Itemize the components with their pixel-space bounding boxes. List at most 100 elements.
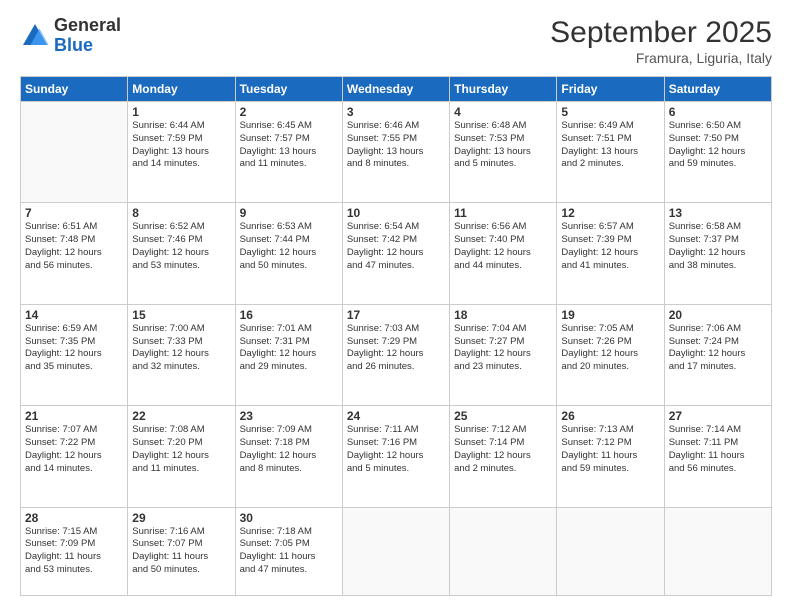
- calendar-cell: 28Sunrise: 7:15 AMSunset: 7:09 PMDayligh…: [21, 507, 128, 595]
- day-number: 15: [132, 308, 230, 322]
- day-number: 29: [132, 511, 230, 525]
- day-info: Sunrise: 6:50 AMSunset: 7:50 PMDaylight:…: [669, 120, 767, 171]
- calendar-cell: 7Sunrise: 6:51 AMSunset: 7:48 PMDaylight…: [21, 203, 128, 304]
- day-info: Sunrise: 7:04 AMSunset: 7:27 PMDaylight:…: [454, 323, 552, 374]
- calendar-cell: 1Sunrise: 6:44 AMSunset: 7:59 PMDaylight…: [128, 102, 235, 203]
- calendar-cell: 26Sunrise: 7:13 AMSunset: 7:12 PMDayligh…: [557, 406, 664, 507]
- calendar-cell: 11Sunrise: 6:56 AMSunset: 7:40 PMDayligh…: [450, 203, 557, 304]
- weekday-header-tuesday: Tuesday: [235, 77, 342, 102]
- day-info: Sunrise: 6:44 AMSunset: 7:59 PMDaylight:…: [132, 120, 230, 171]
- day-number: 30: [240, 511, 338, 525]
- calendar-cell: 18Sunrise: 7:04 AMSunset: 7:27 PMDayligh…: [450, 304, 557, 405]
- calendar-body: 1Sunrise: 6:44 AMSunset: 7:59 PMDaylight…: [21, 102, 772, 596]
- day-number: 11: [454, 206, 552, 220]
- day-number: 28: [25, 511, 123, 525]
- day-number: 8: [132, 206, 230, 220]
- calendar-cell: 15Sunrise: 7:00 AMSunset: 7:33 PMDayligh…: [128, 304, 235, 405]
- day-number: 26: [561, 409, 659, 423]
- day-info: Sunrise: 7:07 AMSunset: 7:22 PMDaylight:…: [25, 424, 123, 475]
- title-block: September 2025 Framura, Liguria, Italy: [550, 16, 772, 66]
- calendar-table: SundayMondayTuesdayWednesdayThursdayFrid…: [20, 76, 772, 596]
- calendar-cell: 21Sunrise: 7:07 AMSunset: 7:22 PMDayligh…: [21, 406, 128, 507]
- calendar-cell: [664, 507, 771, 595]
- day-info: Sunrise: 6:48 AMSunset: 7:53 PMDaylight:…: [454, 120, 552, 171]
- day-number: 18: [454, 308, 552, 322]
- day-info: Sunrise: 7:12 AMSunset: 7:14 PMDaylight:…: [454, 424, 552, 475]
- week-row-4: 21Sunrise: 7:07 AMSunset: 7:22 PMDayligh…: [21, 406, 772, 507]
- calendar-cell: 4Sunrise: 6:48 AMSunset: 7:53 PMDaylight…: [450, 102, 557, 203]
- day-number: 9: [240, 206, 338, 220]
- calendar-cell: 3Sunrise: 6:46 AMSunset: 7:55 PMDaylight…: [342, 102, 449, 203]
- day-info: Sunrise: 7:05 AMSunset: 7:26 PMDaylight:…: [561, 323, 659, 374]
- day-number: 24: [347, 409, 445, 423]
- weekday-header-thursday: Thursday: [450, 77, 557, 102]
- weekday-header-row: SundayMondayTuesdayWednesdayThursdayFrid…: [21, 77, 772, 102]
- weekday-header-sunday: Sunday: [21, 77, 128, 102]
- day-info: Sunrise: 6:54 AMSunset: 7:42 PMDaylight:…: [347, 221, 445, 272]
- day-info: Sunrise: 7:13 AMSunset: 7:12 PMDaylight:…: [561, 424, 659, 475]
- day-number: 5: [561, 105, 659, 119]
- day-number: 2: [240, 105, 338, 119]
- day-info: Sunrise: 6:57 AMSunset: 7:39 PMDaylight:…: [561, 221, 659, 272]
- day-info: Sunrise: 7:16 AMSunset: 7:07 PMDaylight:…: [132, 526, 230, 577]
- day-number: 20: [669, 308, 767, 322]
- weekday-header-wednesday: Wednesday: [342, 77, 449, 102]
- day-number: 21: [25, 409, 123, 423]
- day-info: Sunrise: 6:49 AMSunset: 7:51 PMDaylight:…: [561, 120, 659, 171]
- day-info: Sunrise: 6:51 AMSunset: 7:48 PMDaylight:…: [25, 221, 123, 272]
- calendar-cell: 8Sunrise: 6:52 AMSunset: 7:46 PMDaylight…: [128, 203, 235, 304]
- calendar-cell: 12Sunrise: 6:57 AMSunset: 7:39 PMDayligh…: [557, 203, 664, 304]
- day-number: 23: [240, 409, 338, 423]
- day-number: 12: [561, 206, 659, 220]
- week-row-3: 14Sunrise: 6:59 AMSunset: 7:35 PMDayligh…: [21, 304, 772, 405]
- logo-general: General: [54, 15, 121, 35]
- week-row-2: 7Sunrise: 6:51 AMSunset: 7:48 PMDaylight…: [21, 203, 772, 304]
- calendar-cell: 2Sunrise: 6:45 AMSunset: 7:57 PMDaylight…: [235, 102, 342, 203]
- calendar-cell: 23Sunrise: 7:09 AMSunset: 7:18 PMDayligh…: [235, 406, 342, 507]
- weekday-header-saturday: Saturday: [664, 77, 771, 102]
- calendar-cell: 29Sunrise: 7:16 AMSunset: 7:07 PMDayligh…: [128, 507, 235, 595]
- day-info: Sunrise: 7:08 AMSunset: 7:20 PMDaylight:…: [132, 424, 230, 475]
- calendar-cell: 22Sunrise: 7:08 AMSunset: 7:20 PMDayligh…: [128, 406, 235, 507]
- calendar-cell: 13Sunrise: 6:58 AMSunset: 7:37 PMDayligh…: [664, 203, 771, 304]
- calendar-cell: 10Sunrise: 6:54 AMSunset: 7:42 PMDayligh…: [342, 203, 449, 304]
- calendar-cell: 5Sunrise: 6:49 AMSunset: 7:51 PMDaylight…: [557, 102, 664, 203]
- day-info: Sunrise: 7:18 AMSunset: 7:05 PMDaylight:…: [240, 526, 338, 577]
- logo-blue: Blue: [54, 35, 93, 55]
- location-subtitle: Framura, Liguria, Italy: [550, 50, 772, 66]
- day-number: 13: [669, 206, 767, 220]
- day-info: Sunrise: 7:14 AMSunset: 7:11 PMDaylight:…: [669, 424, 767, 475]
- calendar-cell: 16Sunrise: 7:01 AMSunset: 7:31 PMDayligh…: [235, 304, 342, 405]
- calendar-cell: 9Sunrise: 6:53 AMSunset: 7:44 PMDaylight…: [235, 203, 342, 304]
- calendar-cell: 17Sunrise: 7:03 AMSunset: 7:29 PMDayligh…: [342, 304, 449, 405]
- calendar-cell: 25Sunrise: 7:12 AMSunset: 7:14 PMDayligh…: [450, 406, 557, 507]
- day-number: 14: [25, 308, 123, 322]
- day-number: 22: [132, 409, 230, 423]
- day-number: 4: [454, 105, 552, 119]
- day-info: Sunrise: 6:53 AMSunset: 7:44 PMDaylight:…: [240, 221, 338, 272]
- page: General Blue September 2025 Framura, Lig…: [0, 0, 792, 612]
- week-row-5: 28Sunrise: 7:15 AMSunset: 7:09 PMDayligh…: [21, 507, 772, 595]
- day-info: Sunrise: 7:15 AMSunset: 7:09 PMDaylight:…: [25, 526, 123, 577]
- day-info: Sunrise: 6:46 AMSunset: 7:55 PMDaylight:…: [347, 120, 445, 171]
- day-info: Sunrise: 7:01 AMSunset: 7:31 PMDaylight:…: [240, 323, 338, 374]
- calendar-cell: 6Sunrise: 6:50 AMSunset: 7:50 PMDaylight…: [664, 102, 771, 203]
- day-number: 7: [25, 206, 123, 220]
- calendar-cell: [557, 507, 664, 595]
- day-info: Sunrise: 6:58 AMSunset: 7:37 PMDaylight:…: [669, 221, 767, 272]
- week-row-1: 1Sunrise: 6:44 AMSunset: 7:59 PMDaylight…: [21, 102, 772, 203]
- calendar-cell: 19Sunrise: 7:05 AMSunset: 7:26 PMDayligh…: [557, 304, 664, 405]
- day-info: Sunrise: 7:03 AMSunset: 7:29 PMDaylight:…: [347, 323, 445, 374]
- calendar-cell: 24Sunrise: 7:11 AMSunset: 7:16 PMDayligh…: [342, 406, 449, 507]
- calendar-cell: [342, 507, 449, 595]
- month-title: September 2025: [550, 16, 772, 50]
- header: General Blue September 2025 Framura, Lig…: [20, 16, 772, 66]
- day-info: Sunrise: 7:09 AMSunset: 7:18 PMDaylight:…: [240, 424, 338, 475]
- day-number: 17: [347, 308, 445, 322]
- calendar-cell: 14Sunrise: 6:59 AMSunset: 7:35 PMDayligh…: [21, 304, 128, 405]
- calendar-cell: 20Sunrise: 7:06 AMSunset: 7:24 PMDayligh…: [664, 304, 771, 405]
- calendar-cell: 30Sunrise: 7:18 AMSunset: 7:05 PMDayligh…: [235, 507, 342, 595]
- day-info: Sunrise: 7:06 AMSunset: 7:24 PMDaylight:…: [669, 323, 767, 374]
- day-number: 3: [347, 105, 445, 119]
- day-number: 25: [454, 409, 552, 423]
